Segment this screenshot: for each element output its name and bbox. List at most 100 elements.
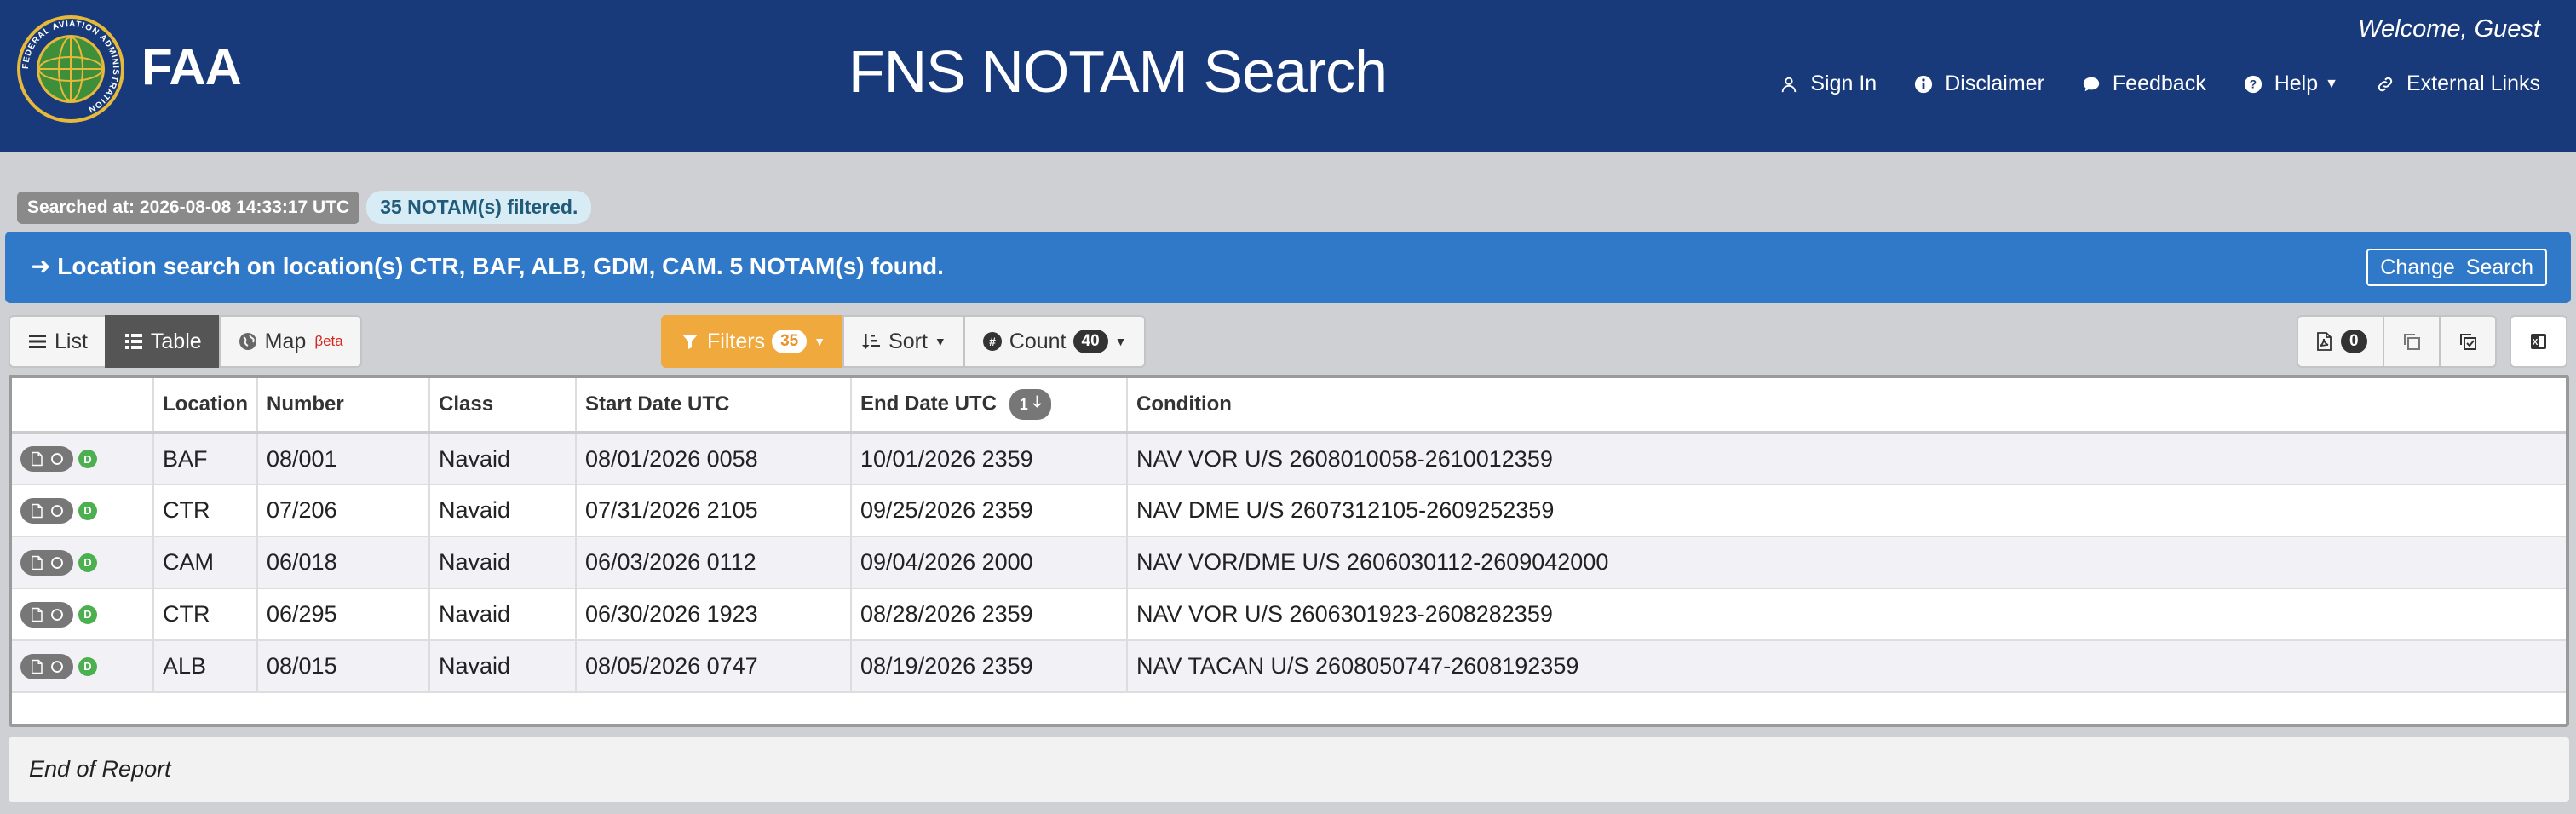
location-cell: CAM bbox=[153, 536, 258, 589]
filtered-count-badge: 35 NOTAM(s) filtered. bbox=[366, 191, 592, 224]
excel-icon: X bbox=[2531, 334, 2546, 349]
searched-at-badge: Searched at: 2026-08-08 14:33:17 UTC bbox=[17, 191, 360, 224]
map-view-label: Map bbox=[264, 329, 307, 353]
circle-icon bbox=[51, 660, 63, 673]
table-row[interactable]: D CAM 06/018 Navaid 06/03/2026 0112 09/0… bbox=[12, 536, 2566, 589]
start-date-cell: 06/03/2026 0112 bbox=[576, 536, 852, 589]
pdf-icon bbox=[2317, 332, 2332, 351]
number-column-header[interactable]: Number bbox=[257, 378, 430, 434]
row-action-toggle[interactable] bbox=[20, 601, 73, 628]
count-label: Count bbox=[1009, 329, 1067, 353]
external-links-link[interactable]: External Links bbox=[2376, 72, 2540, 96]
end-date-cell: 10/01/2026 2359 bbox=[851, 433, 1128, 485]
header-nav: Sign In Disclaimer Feedback ? Help ▼ Ext… bbox=[1780, 72, 2540, 96]
class-column-header[interactable]: Class bbox=[429, 378, 577, 434]
filter-sort-group: Filters 35 ▼ Sort ▼ # Count 40 ▼ bbox=[661, 315, 1146, 368]
excel-export-button[interactable]: X bbox=[2510, 315, 2567, 368]
info-icon bbox=[1915, 75, 1933, 93]
disclaimer-link[interactable]: Disclaimer bbox=[1914, 72, 2044, 96]
copy-selected-button[interactable] bbox=[2438, 315, 2497, 368]
status-badge: D bbox=[78, 501, 97, 520]
list-view-button[interactable]: List bbox=[9, 315, 106, 368]
hashtag-icon: # bbox=[982, 332, 1002, 351]
notam-results-table: Location Number Class Start Date UTC End… bbox=[9, 375, 2569, 727]
list-view-label: List bbox=[55, 329, 88, 353]
search-summary: ➜ Location search on location(s) CTR, BA… bbox=[31, 252, 944, 280]
table-row[interactable]: D ALB 08/015 Navaid 08/05/2026 0747 08/1… bbox=[12, 640, 2566, 693]
table-row[interactable]: D BAF 08/001 Navaid 08/01/2026 0058 10/0… bbox=[12, 433, 2566, 485]
number-cell: 08/001 bbox=[257, 433, 430, 485]
question-icon: ? bbox=[2244, 75, 2262, 93]
table-view-button[interactable]: Table bbox=[104, 315, 221, 368]
end-date-column-header[interactable]: End Date UTC 1 🡓 bbox=[851, 378, 1128, 434]
condition-cell: NAV VOR U/S 2608010058-2610012359 bbox=[1127, 433, 2566, 485]
copy-icon bbox=[2403, 334, 2420, 350]
pdf-count-badge: 0 bbox=[2341, 330, 2367, 353]
user-icon bbox=[1782, 77, 1797, 92]
count-button[interactable]: # Count 40 ▼ bbox=[963, 315, 1146, 368]
end-date-cell: 08/19/2026 2359 bbox=[851, 640, 1128, 693]
globe-icon bbox=[239, 333, 256, 350]
status-badge: D bbox=[78, 553, 97, 572]
start-date-cell: 06/30/2026 1923 bbox=[576, 588, 852, 641]
arrow-down-icon: 🡓 bbox=[1032, 393, 1042, 410]
filters-button[interactable]: Filters 35 ▼ bbox=[661, 315, 845, 368]
table-view-label: Table bbox=[150, 329, 202, 353]
start-date-column-header[interactable]: Start Date UTC bbox=[576, 378, 852, 434]
row-actions-cell: D bbox=[12, 536, 154, 589]
class-cell: Navaid bbox=[429, 433, 577, 485]
search-status-row: Searched at: 2026-08-08 14:33:17 UTC 35 … bbox=[17, 191, 592, 224]
list-icon bbox=[29, 335, 46, 348]
help-dropdown[interactable]: ? Help ▼ bbox=[2244, 72, 2338, 96]
results-toolbar: List Table Map βeta Filters 35 ▼ Sort ▼ #… bbox=[0, 315, 2576, 368]
sort-order-badge[interactable]: 1 🡓 bbox=[1009, 389, 1052, 420]
end-date-cell: 09/04/2026 2000 bbox=[851, 536, 1128, 589]
sort-label: Sort bbox=[888, 329, 928, 353]
location-cell: ALB bbox=[153, 640, 258, 693]
end-date-cell: 08/28/2026 2359 bbox=[851, 588, 1128, 641]
row-action-toggle[interactable] bbox=[20, 653, 73, 679]
class-cell: Navaid bbox=[429, 484, 577, 537]
condition-cell: NAV TACAN U/S 2608050747-2608192359 bbox=[1127, 640, 2566, 693]
map-view-button[interactable]: Map βeta bbox=[218, 315, 362, 368]
number-cell: 07/206 bbox=[257, 484, 430, 537]
excel-group: X bbox=[2510, 315, 2567, 368]
copy-button[interactable] bbox=[2382, 315, 2441, 368]
table-row[interactable]: D CTR 06/295 Navaid 06/30/2026 1923 08/2… bbox=[12, 588, 2566, 641]
class-cell: Navaid bbox=[429, 536, 577, 589]
copy-check-icon bbox=[2459, 334, 2476, 350]
feedback-label: Feedback bbox=[2112, 72, 2206, 95]
location-cell: BAF bbox=[153, 433, 258, 485]
export-group: 0 bbox=[2297, 315, 2497, 368]
sort-button[interactable]: Sort ▼ bbox=[842, 315, 965, 368]
change-search-button[interactable]: Change Search bbox=[2366, 249, 2547, 286]
pdf-icon bbox=[32, 607, 43, 622]
beta-label: βeta bbox=[314, 333, 343, 349]
location-column-header[interactable]: Location bbox=[153, 378, 258, 434]
filters-label: Filters bbox=[707, 329, 766, 353]
sort-order-number: 1 bbox=[1019, 395, 1028, 413]
disclaimer-label: Disclaimer bbox=[1945, 72, 2044, 95]
filter-icon bbox=[682, 335, 698, 349]
table-row[interactable]: D CTR 07/206 Navaid 07/31/2026 2105 09/2… bbox=[12, 484, 2566, 537]
row-actions-cell: D bbox=[12, 640, 154, 693]
search-summary-text: Location search on location(s) CTR, BAF,… bbox=[57, 253, 944, 279]
filters-count-badge: 35 bbox=[772, 330, 808, 353]
pdf-export-button[interactable]: 0 bbox=[2297, 315, 2384, 368]
caret-down-icon: ▼ bbox=[1114, 335, 1127, 348]
row-action-toggle[interactable] bbox=[20, 446, 73, 472]
feedback-link[interactable]: Feedback bbox=[2082, 72, 2206, 96]
start-date-cell: 07/31/2026 2105 bbox=[576, 484, 852, 537]
row-action-toggle[interactable] bbox=[20, 549, 73, 576]
condition-cell: NAV DME U/S 2607312105-2609252359 bbox=[1127, 484, 2566, 537]
caret-down-icon: ▼ bbox=[2325, 76, 2338, 91]
sign-in-link[interactable]: Sign In bbox=[1780, 72, 1877, 96]
condition-column-header[interactable]: Condition bbox=[1127, 378, 2566, 434]
site-header: FEDERAL AVIATION ADMINISTRATION FAA FNS … bbox=[0, 0, 2576, 152]
end-date-header-label: End Date UTC bbox=[860, 392, 998, 416]
view-mode-group: List Table Map βeta bbox=[9, 315, 362, 368]
status-badge: D bbox=[78, 450, 97, 468]
row-action-toggle[interactable] bbox=[20, 497, 73, 524]
status-badge: D bbox=[78, 656, 97, 676]
row-actions-cell: D bbox=[12, 433, 154, 485]
